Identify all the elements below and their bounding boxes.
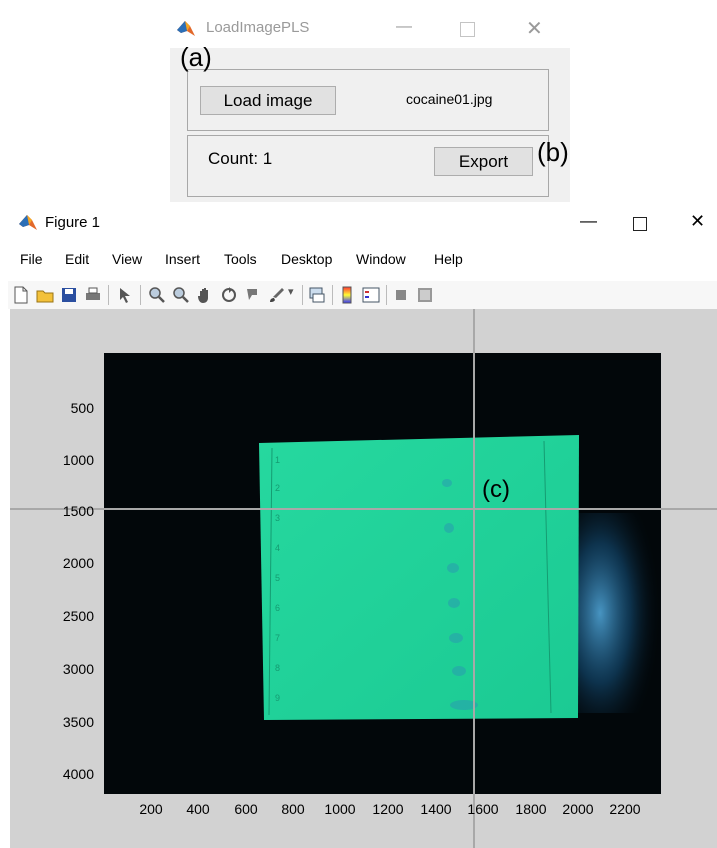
menu-insert[interactable]: Insert — [165, 251, 200, 267]
minimize-icon[interactable]: — — [580, 211, 597, 231]
menu-file[interactable]: File — [20, 251, 43, 267]
x-tick-label: 600 — [234, 801, 258, 817]
y-tick-label: 3000 — [62, 661, 94, 677]
figure-title: Figure 1 — [45, 214, 101, 231]
menu-edit[interactable]: Edit — [65, 251, 89, 267]
x-tick-label: 400 — [186, 801, 210, 817]
legend-icon[interactable] — [362, 286, 380, 304]
annotation-b: (b) — [537, 137, 569, 167]
new-file-icon[interactable] — [12, 286, 30, 304]
blue-glow-region — [574, 513, 661, 713]
menu-tools[interactable]: Tools — [224, 251, 257, 267]
y-tick-label: 1500 — [62, 503, 94, 519]
toolbar-separator — [140, 285, 141, 305]
load-window-titlebar: LoadImagePLS — ✕ — [170, 10, 570, 48]
colorbar-icon[interactable] — [338, 286, 356, 304]
matlab-logo-icon — [177, 21, 195, 36]
y-tick-label: 500 — [70, 400, 94, 416]
annotation-c: (c) — [482, 476, 510, 503]
minimize-icon[interactable]: — — [396, 18, 412, 36]
tlc-plate — [259, 435, 579, 720]
figure-toolbar: ▾ — [8, 281, 717, 309]
brush-dropdown-icon[interactable]: ▾ — [288, 285, 294, 298]
save-icon[interactable] — [60, 286, 78, 304]
x-tick-label: 1400 — [420, 801, 452, 817]
link-plot-icon[interactable] — [308, 286, 326, 304]
annotation-a: (a) — [180, 42, 212, 72]
y-tick-label: 3500 — [62, 714, 94, 730]
zoom-in-icon[interactable] — [148, 286, 166, 304]
figure-window: Figure 1 — ✕ File Edit View Insert Tools… — [0, 205, 717, 848]
y-tick-label: 4000 — [62, 766, 94, 782]
zoom-out-icon[interactable] — [172, 286, 190, 304]
matlab-logo-icon — [19, 215, 37, 230]
y-tick-label: 2500 — [62, 608, 94, 624]
svg-text:8: 8 — [275, 663, 280, 673]
svg-text:3: 3 — [275, 513, 280, 523]
svg-text:6: 6 — [275, 603, 280, 613]
y-tick-label: 2000 — [62, 555, 94, 571]
svg-text:9: 9 — [275, 693, 280, 703]
maximize-icon[interactable] — [633, 217, 647, 231]
x-tick-label: 2200 — [609, 801, 641, 817]
brush-icon[interactable] — [268, 286, 286, 304]
svg-text:2: 2 — [275, 483, 280, 493]
load-image-button[interactable]: Load image — [200, 86, 336, 115]
menu-window[interactable]: Window — [356, 251, 406, 267]
rotate-3d-icon[interactable] — [220, 286, 238, 304]
load-window-title: LoadImagePLS — [206, 19, 310, 36]
plate-lane-marks: 1 2 3 4 5 6 7 8 9 — [275, 455, 280, 703]
open-folder-icon[interactable] — [36, 286, 54, 304]
menu-help[interactable]: Help — [434, 251, 463, 267]
menu-desktop[interactable]: Desktop — [281, 251, 332, 267]
toolbar-separator — [108, 285, 109, 305]
close-icon[interactable]: ✕ — [690, 211, 705, 232]
count-label: Count: 1 — [208, 149, 273, 168]
close-icon[interactable]: ✕ — [526, 16, 543, 41]
pan-hand-icon[interactable] — [196, 286, 214, 304]
toolbar-separator — [302, 285, 303, 305]
data-cursor-icon[interactable] — [244, 286, 262, 304]
x-tick-label: 800 — [281, 801, 305, 817]
image-axes[interactable]: 1 2 3 4 5 6 7 8 9 — [104, 353, 661, 794]
toolbar-separator — [386, 285, 387, 305]
crosshair-horizontal — [10, 508, 717, 510]
x-tick-label: 1200 — [372, 801, 404, 817]
x-tick-label: 1800 — [515, 801, 547, 817]
toolbar-separator — [332, 285, 333, 305]
hide-plot-tools-icon[interactable] — [392, 286, 410, 304]
y-tick-label: 1000 — [62, 452, 94, 468]
pointer-icon[interactable] — [116, 286, 134, 304]
x-tick-label: 2000 — [562, 801, 594, 817]
print-icon[interactable] — [84, 286, 102, 304]
load-image-window: LoadImagePLS — ✕ Load image cocaine01.jp… — [170, 10, 570, 202]
export-button[interactable]: Export — [434, 147, 533, 176]
x-tick-label: 1000 — [324, 801, 356, 817]
loaded-filename: cocaine01.jpg — [406, 91, 493, 107]
show-plot-tools-icon[interactable] — [416, 286, 434, 304]
svg-text:1: 1 — [275, 455, 280, 465]
svg-text:5: 5 — [275, 573, 280, 583]
menu-view[interactable]: View — [112, 251, 142, 267]
x-tick-label: 200 — [139, 801, 163, 817]
svg-text:4: 4 — [275, 543, 280, 553]
svg-text:7: 7 — [275, 633, 280, 643]
x-tick-label: 1600 — [467, 801, 499, 817]
crosshair-vertical — [473, 309, 475, 848]
maximize-icon[interactable] — [460, 22, 475, 37]
